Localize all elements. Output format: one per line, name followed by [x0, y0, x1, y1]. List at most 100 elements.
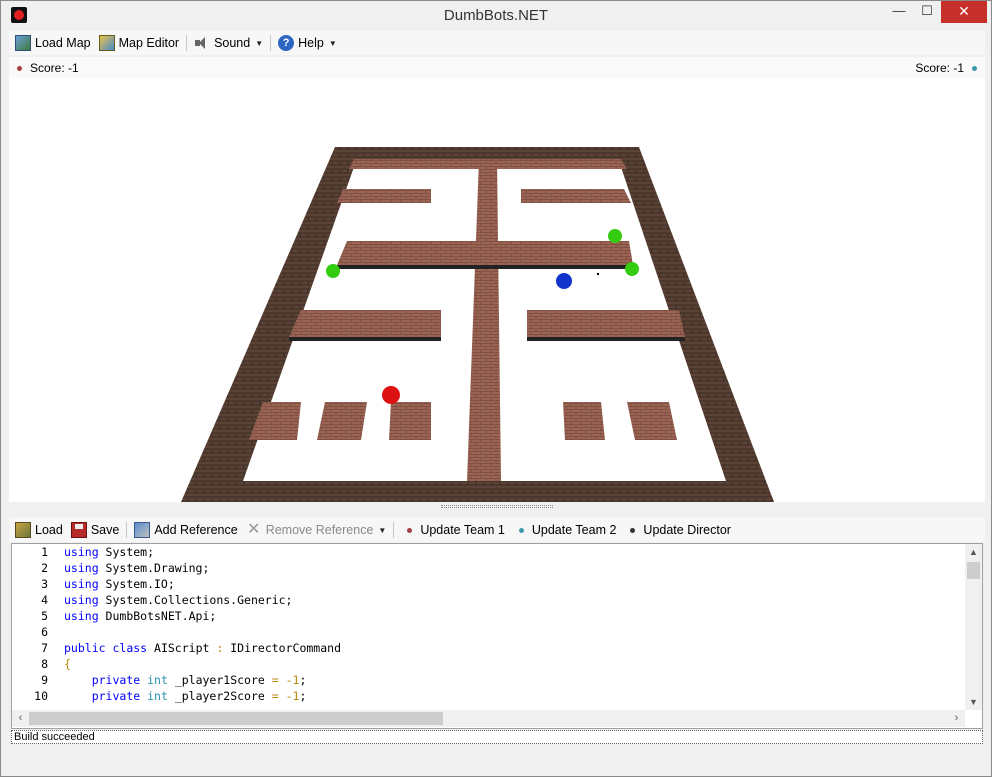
load-label: Load	[35, 523, 63, 537]
code-line: private int _player1Score = -1;	[91, 673, 307, 687]
code-line: using System;	[64, 545, 155, 559]
sound-label: Sound	[214, 36, 251, 50]
vertical-scrollbar[interactable]: ▲ ▼	[965, 544, 982, 710]
update-team2-button[interactable]: Update Team 2	[509, 519, 621, 541]
projectile	[596, 272, 600, 276]
score-bar: Score: -1 Score: -1	[9, 57, 985, 79]
scroll-right-icon[interactable]: ›	[948, 710, 965, 727]
save-label: Save	[90, 523, 120, 537]
update-director-button[interactable]: Update Director	[620, 519, 735, 541]
load-map-button[interactable]: Load Map	[11, 32, 95, 54]
code-line: using DumbBotsNET.Api;	[64, 609, 217, 623]
line-number: 7	[41, 641, 48, 655]
speaker-icon	[194, 35, 210, 51]
save-script-button[interactable]: Save	[67, 519, 124, 541]
build-status: Build succeeded	[11, 730, 983, 744]
load-script-button[interactable]: Load	[11, 519, 67, 541]
team2-dot-icon	[518, 527, 524, 533]
scroll-up-icon[interactable]: ▲	[965, 544, 982, 560]
code-line: using System.IO;	[64, 577, 175, 591]
close-button[interactable]: ✕	[941, 1, 987, 23]
horizontal-scrollbar[interactable]: ‹ ›	[12, 710, 965, 727]
team2-score-label: Score: -1	[915, 61, 964, 75]
help-icon: ?	[278, 35, 295, 51]
minimize-button[interactable]: —	[885, 1, 913, 23]
chevron-down-icon: ▼	[328, 38, 337, 48]
line-number: 8	[41, 657, 48, 671]
horizontal-scroll-thumb[interactable]	[29, 712, 443, 725]
director-dot-icon	[630, 527, 636, 533]
chevron-down-icon: ▼	[378, 525, 387, 535]
line-number-gutter: 1 2 3 4 5 6 7 8 9 10	[12, 544, 56, 710]
code-editor[interactable]: 1 2 3 4 5 6 7 8 9 10 using System; using…	[11, 543, 983, 729]
red-bot	[382, 386, 400, 404]
wall-middle	[337, 241, 633, 265]
line-number: 3	[41, 577, 48, 591]
scroll-left-icon[interactable]: ‹	[12, 710, 29, 727]
line-number: 6	[41, 625, 48, 639]
vertical-scroll-thumb[interactable]	[967, 562, 980, 579]
maximize-button[interactable]: ☐	[913, 1, 941, 23]
add-reference-label: Add Reference	[154, 523, 238, 537]
main-window: DumbBots.NET — ☐ ✕ Load Map Map Editor S…	[0, 0, 992, 777]
wall-tl	[337, 189, 431, 203]
team1-score-label: Score: -1	[30, 61, 79, 75]
line-number: 4	[41, 593, 48, 607]
team1-score: Score: -1	[17, 61, 79, 75]
add-reference-button[interactable]: Add Reference	[130, 519, 241, 541]
team2-dot-icon	[972, 65, 977, 71]
add-reference-icon	[134, 522, 151, 538]
code-line: public class AIScript : IDirectorCommand	[64, 641, 341, 655]
line-number: 5	[41, 609, 48, 623]
main-toolbar: Load Map Map Editor Sound ▼ ? Help ▼	[9, 31, 985, 55]
remove-reference-button[interactable]: ✕ Remove Reference ▼	[242, 519, 391, 541]
code-area[interactable]: using System; using System.Drawing; usin…	[64, 544, 964, 710]
map-editor-label: Map Editor	[118, 36, 180, 50]
team1-dot-icon	[17, 65, 22, 71]
splitter-grip-icon	[441, 505, 553, 508]
save-icon	[70, 522, 87, 538]
toolbar-separator	[186, 35, 188, 51]
folder-open-icon	[15, 522, 31, 538]
panel-splitter[interactable]	[9, 502, 985, 510]
wall-tr	[521, 189, 631, 203]
line-number: 10	[34, 689, 48, 703]
update-team1-button[interactable]: Update Team 1	[397, 519, 509, 541]
pillar-3	[389, 402, 431, 440]
pillar-2	[317, 402, 367, 440]
wall-middle-shadow	[337, 265, 633, 269]
blue-bot	[556, 273, 572, 289]
line-number: 9	[41, 673, 48, 687]
window-title: DumbBots.NET	[443, 7, 549, 24]
toolbar-separator	[270, 35, 272, 51]
toolbar-separator	[393, 522, 395, 538]
map-editor-icon	[98, 35, 115, 51]
green-bot	[326, 264, 340, 278]
scroll-down-icon[interactable]: ▼	[965, 694, 982, 710]
map-editor-button[interactable]: Map Editor	[95, 32, 183, 54]
green-bot	[625, 262, 639, 276]
wall-lr-shadow	[527, 337, 685, 341]
editor-toolbar: Load Save Add Reference ✕ Remove Referen…	[9, 518, 985, 542]
toolbar-separator	[126, 522, 128, 538]
chevron-down-icon: ▼	[255, 38, 264, 48]
remove-icon: ✕	[247, 521, 261, 538]
sound-menu[interactable]: Sound ▼	[190, 32, 267, 54]
arena-viewport[interactable]	[9, 79, 985, 502]
load-map-label: Load Map	[35, 36, 91, 50]
help-menu[interactable]: ? Help ▼	[274, 32, 341, 54]
remove-reference-label: Remove Reference	[265, 523, 374, 537]
pillar-4	[563, 402, 605, 440]
line-number: 1	[41, 545, 48, 559]
line-number: 2	[41, 561, 48, 575]
help-label: Help	[298, 36, 324, 50]
update-team1-label: Update Team 1	[420, 523, 505, 537]
team1-dot-icon	[407, 527, 413, 533]
code-line: using System.Drawing;	[64, 561, 210, 575]
title-bar: DumbBots.NET — ☐ ✕	[1, 1, 991, 31]
code-line: {	[64, 657, 71, 671]
map-icon	[15, 35, 31, 51]
arena-scene	[181, 147, 774, 502]
pillar-5	[627, 402, 677, 440]
